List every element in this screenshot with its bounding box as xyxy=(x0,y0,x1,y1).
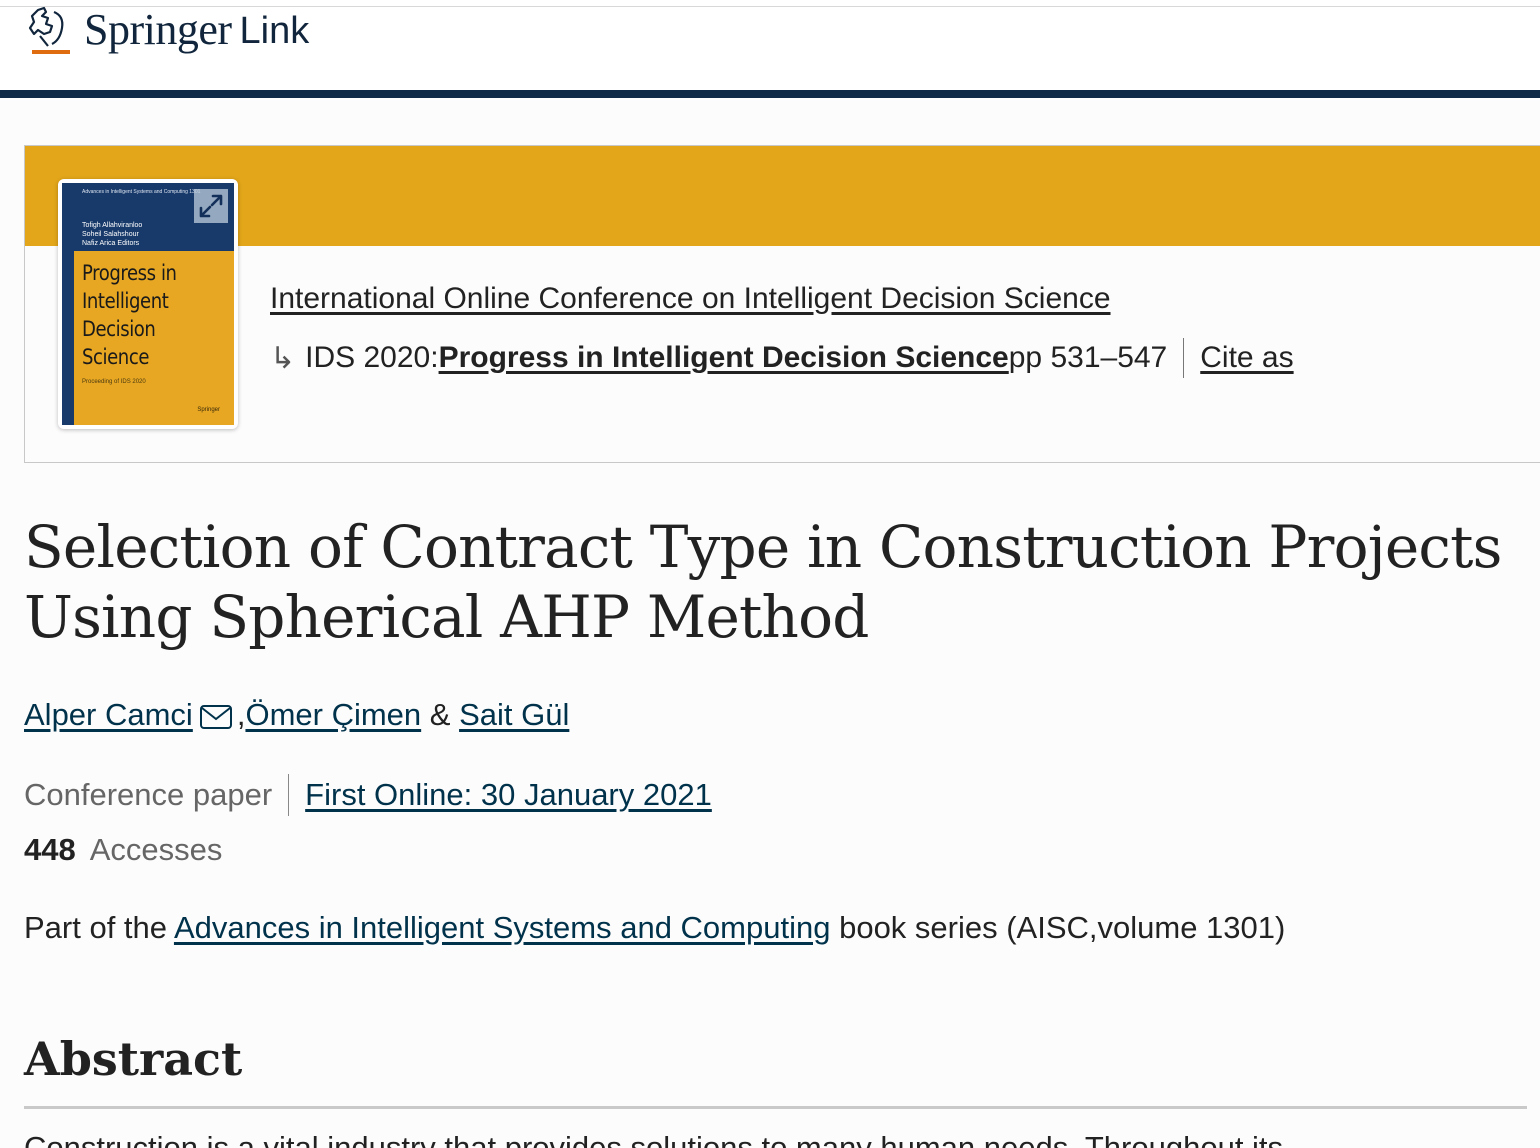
return-arrow-icon: ↳ xyxy=(270,341,296,375)
book-cover-art: Advances in Intelligent Systems and Comp… xyxy=(62,183,234,425)
springer-link-logo[interactable]: Springer Link xyxy=(24,6,309,58)
logo-word-springer: Springer xyxy=(84,5,232,54)
email-icon[interactable] xyxy=(199,702,233,729)
cover-title-line: Decision xyxy=(82,317,156,341)
abstract-text: Construction is a vital industry that pr… xyxy=(24,1130,1284,1148)
expand-icon xyxy=(199,194,223,218)
ids-prefix: IDS 2020: xyxy=(305,341,439,374)
springer-horse-icon xyxy=(24,6,76,58)
accesses-count: 448 xyxy=(24,832,76,867)
accesses-label: Accesses xyxy=(89,832,223,867)
cover-title-line: Progress in xyxy=(82,261,177,285)
cover-title-line: Intelligent xyxy=(82,289,169,313)
page-range: pp 531–547 xyxy=(1008,341,1168,374)
cover-title-line: Science xyxy=(82,345,149,369)
cover-series-text: Advances in Intelligent Systems and Comp… xyxy=(82,189,201,195)
series-suffix: book series (AISC,volume 1301) xyxy=(830,910,1286,945)
book-series-info: Part of the Advances in Intelligent Syst… xyxy=(24,910,1285,946)
series-prefix: Part of the xyxy=(24,910,174,945)
abstract-heading: Abstract xyxy=(24,1032,243,1086)
book-title-link[interactable]: Progress in Intelligent Decision Science xyxy=(439,341,1009,375)
abstract-divider xyxy=(24,1106,1527,1109)
author-list: Alper Camci , Ömer Çimen & Sait Gül xyxy=(24,697,569,733)
access-metric: 448 Accesses xyxy=(24,832,222,868)
header-divider-bar xyxy=(0,90,1540,98)
article-title: Selection of Contract Type in Constructi… xyxy=(24,513,1502,651)
divider xyxy=(1183,338,1185,378)
cite-as-link[interactable]: Cite as xyxy=(1200,341,1293,375)
book-color-band xyxy=(25,146,1540,246)
author-separator: & xyxy=(421,697,460,732)
first-online-link[interactable]: First Online: 30 January 2021 xyxy=(305,777,712,813)
cover-editor: Soheil Salahshour xyxy=(82,231,139,238)
divider xyxy=(288,774,290,816)
conference-link[interactable]: International Online Conference on Intel… xyxy=(270,282,1111,316)
content-type: Conference paper xyxy=(24,777,273,812)
book-cover[interactable]: Advances in Intelligent Systems and Comp… xyxy=(58,179,238,429)
book-citation-line: ↳ IDS 2020: Progress in Intelligent Deci… xyxy=(270,338,1294,378)
cover-title: Progress in Intelligent Decision Science xyxy=(82,259,177,371)
series-link[interactable]: Advances in Intelligent Systems and Comp… xyxy=(174,910,831,945)
expand-cover-button[interactable] xyxy=(194,189,228,223)
cover-editor: Tofigh Allahviranloo xyxy=(82,222,143,229)
cover-publisher: Springer xyxy=(197,407,220,413)
author-link-cimen[interactable]: Ömer Çimen xyxy=(245,697,421,733)
author-link-gul[interactable]: Sait Gül xyxy=(459,697,569,733)
cover-editor: Nafiz Arica Editors xyxy=(82,240,140,247)
cover-left-strip xyxy=(62,251,74,425)
author-separator: , xyxy=(236,697,246,732)
publication-meta: Conference paper First Online: 30 Januar… xyxy=(24,774,712,816)
cover-proceedings: Proceeding of IDS 2020 xyxy=(82,379,146,385)
cover-editors: Tofigh Allahviranloo Soheil Salahshour N… xyxy=(82,221,142,248)
author-link-camci[interactable]: Alper Camci xyxy=(24,697,193,733)
logo-word-link: Link xyxy=(239,10,310,52)
